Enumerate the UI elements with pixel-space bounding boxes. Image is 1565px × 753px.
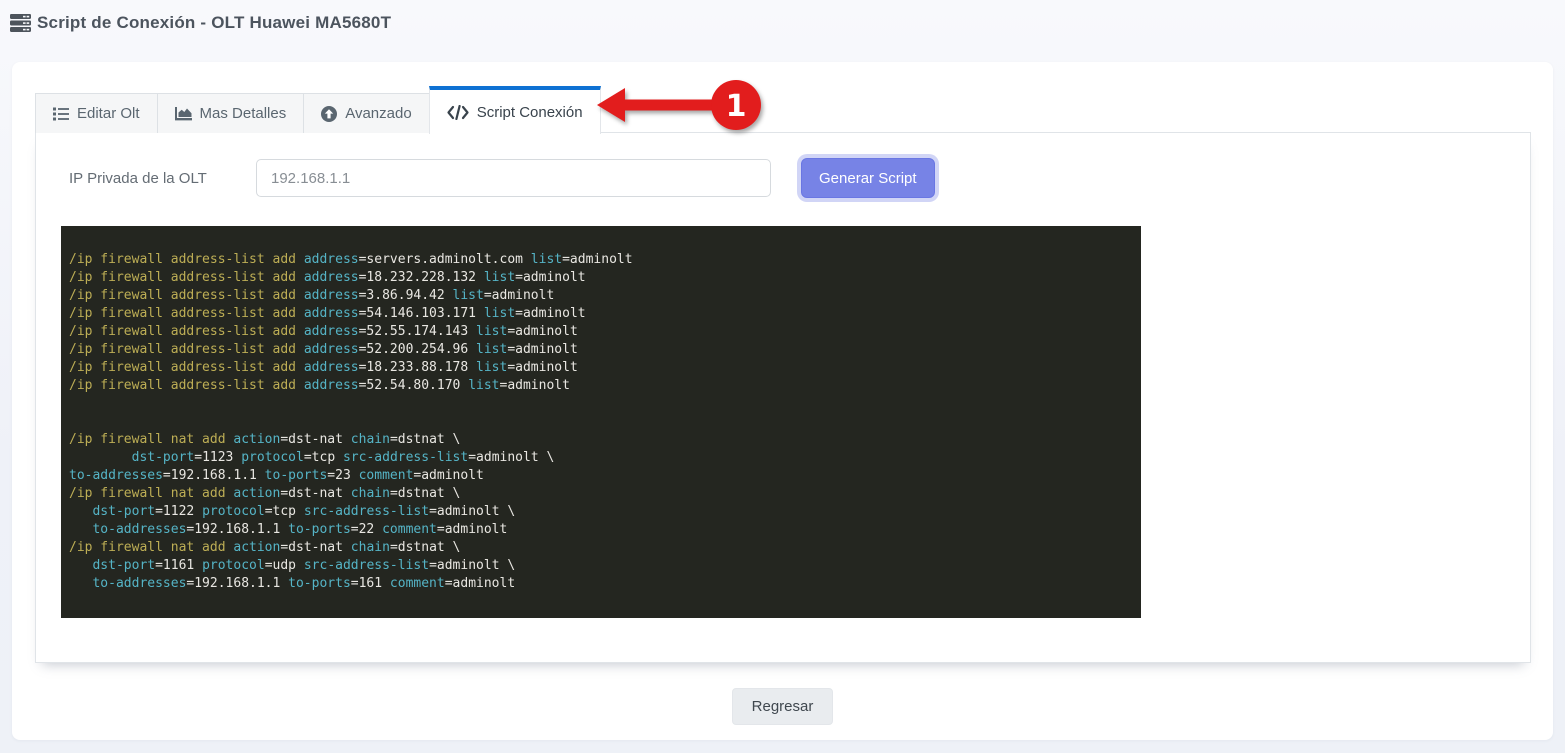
arrow-circle-up-icon: [321, 105, 338, 122]
tab-label: Mas Detalles: [199, 105, 287, 122]
tab-mas-detalles[interactable]: Mas Detalles: [156, 93, 305, 133]
tab-avanzado[interactable]: Avanzado: [303, 93, 430, 133]
list-icon: [53, 107, 69, 121]
tab-editar-olt[interactable]: Editar Olt: [35, 93, 158, 133]
tab-script-conexion[interactable]: Script Conexión: [428, 86, 601, 134]
footer-row: Regresar: [12, 688, 1553, 725]
page-title: Script de Conexión - OLT Huawei MA5680T: [37, 12, 392, 32]
page-header: Script de Conexión - OLT Huawei MA5680T: [0, 0, 1565, 45]
back-button[interactable]: Regresar: [731, 688, 834, 725]
ip-form-row: IP Privada de la OLT Generar Script: [69, 158, 1530, 198]
chart-area-icon: [174, 106, 192, 121]
tab-bar: Editar Olt Mas Detalles Avanzado Script …: [35, 86, 1553, 134]
server-icon: [10, 13, 31, 33]
ip-label: IP Privada de la OLT: [69, 169, 207, 187]
content-card: Editar Olt Mas Detalles Avanzado Script …: [12, 62, 1553, 740]
connection-script-code: /ip firewall address-list add address=se…: [61, 226, 1141, 618]
tab-label: Script Conexión: [476, 103, 583, 121]
tab-label: Avanzado: [345, 105, 412, 122]
generate-script-button[interactable]: Generar Script: [801, 158, 935, 198]
ip-input[interactable]: [256, 159, 771, 197]
tab-content-pane: IP Privada de la OLT Generar Script /ip …: [35, 132, 1531, 663]
code-icon: [447, 104, 469, 120]
tab-label: Editar Olt: [77, 105, 140, 122]
